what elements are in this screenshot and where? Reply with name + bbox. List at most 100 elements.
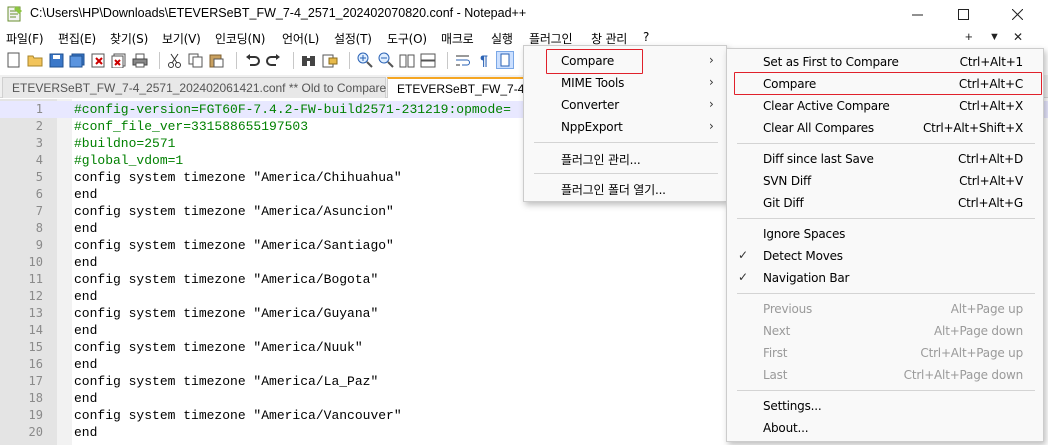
plugins-menu: Compare › MIME Tools › Converter › NppEx…: [523, 45, 727, 202]
menu-search[interactable]: 찾기(S): [110, 30, 148, 47]
save-icon[interactable]: [47, 51, 65, 69]
indent-guide-icon[interactable]: [496, 51, 514, 69]
menu-bar: 파일(F) 편집(E) 찾기(S) 보기(V) 인코딩(N) 언어(L) 설정(…: [0, 27, 1048, 47]
close-all-icon[interactable]: [110, 51, 128, 69]
title-bar: C:\Users\HP\Downloads\ETEVERSeBT_FW_7-4_…: [0, 0, 1048, 28]
line-text: #global_vdom=1: [74, 153, 184, 168]
line-text: #buildno=2571: [74, 136, 176, 151]
close-button[interactable]: [994, 0, 1040, 28]
replace-icon[interactable]: [321, 51, 339, 69]
menu-item-label: First: [763, 346, 788, 360]
line-number: 17: [28, 374, 43, 388]
copy-icon[interactable]: [186, 51, 204, 69]
line-number: 18: [28, 391, 43, 405]
show-all-chars-icon[interactable]: ¶: [475, 51, 493, 69]
compare-menu-item-set-first[interactable]: Set as First to Compare Ctrl+Alt+1: [727, 51, 1043, 73]
compare-highlight-box: [734, 72, 1042, 95]
line-text: config system timezone "America/Nuuk": [74, 340, 363, 355]
close-tab-button[interactable]: ✕: [1013, 30, 1023, 44]
menu-item-label: Navigation Bar: [763, 271, 850, 285]
menu-tools[interactable]: 도구(O): [387, 30, 427, 47]
tab-list-dropdown[interactable]: ▼: [989, 31, 1000, 43]
close-file-icon[interactable]: [89, 51, 107, 69]
compare-submenu: Set as First to Compare Ctrl+Alt+1 Compa…: [726, 48, 1044, 442]
compare-menu-item-clear-all[interactable]: Clear All Compares Ctrl+Alt+Shift+X: [727, 117, 1043, 139]
menu-file[interactable]: 파일(F): [6, 30, 44, 47]
line-number: 20: [28, 425, 43, 439]
undo-icon[interactable]: [243, 51, 261, 69]
compare-menu-item-about[interactable]: About...: [727, 417, 1043, 439]
compare-menu-item-clear-active[interactable]: Clear Active Compare Ctrl+Alt+X: [727, 95, 1043, 117]
find-icon[interactable]: [300, 51, 318, 69]
paste-icon[interactable]: [207, 51, 225, 69]
sync-vertical-icon[interactable]: [398, 51, 416, 69]
menu-run[interactable]: 실행: [491, 30, 513, 47]
zoom-in-icon[interactable]: [356, 51, 374, 69]
compare-menu-item-git-diff[interactable]: Git Diff Ctrl+Alt+G: [727, 192, 1043, 214]
compare-menu-item-diff-since-save[interactable]: Diff since last Save Ctrl+Alt+D: [727, 148, 1043, 170]
menu-view[interactable]: 보기(V): [162, 30, 201, 47]
plugins-menu-item-mime-tools[interactable]: MIME Tools ›: [524, 72, 726, 94]
menu-item-label: Diff since last Save: [763, 152, 874, 166]
save-all-icon[interactable]: [68, 51, 86, 69]
menu-language[interactable]: 언어(L): [282, 30, 319, 47]
compare-menu-item-first: First Ctrl+Alt+Page up: [727, 342, 1043, 364]
plugins-menu-item-plugin-admin[interactable]: 플러그인 관리...: [524, 147, 726, 169]
line-text: config system timezone "America/Vancouve…: [74, 408, 402, 423]
compare-menu-item-last: Last Ctrl+Alt+Page down: [727, 364, 1043, 386]
compare-menu-item-svn-diff[interactable]: SVN Diff Ctrl+Alt+V: [727, 170, 1043, 192]
compare-menu-item-detect-moves[interactable]: ✓ Detect Moves: [727, 245, 1043, 267]
menu-item-shortcut: Ctrl+Alt+V: [959, 174, 1023, 188]
menu-encoding[interactable]: 인코딩(N): [215, 30, 265, 47]
menu-item-label: Settings...: [763, 399, 822, 413]
line-text: config system timezone "America/Santiago…: [74, 238, 394, 253]
add-tab-button[interactable]: +: [965, 29, 973, 44]
menu-separator: [737, 143, 1035, 144]
menu-macro[interactable]: 매크로: [441, 30, 474, 47]
line-number: 11: [28, 272, 43, 286]
new-file-icon[interactable]: [5, 51, 23, 69]
menu-item-label: Previous: [763, 302, 813, 316]
line-number: 9: [35, 238, 43, 252]
compare-menu-item-ignore-spaces[interactable]: Ignore Spaces: [727, 223, 1043, 245]
line-text: config system timezone "America/Guyana": [74, 306, 379, 321]
menu-item-shortcut: Ctrl+Alt+Page up: [920, 346, 1023, 360]
menu-item-shortcut: Alt+Page down: [934, 324, 1023, 338]
menu-settings[interactable]: 설정(T): [334, 30, 372, 47]
line-text: end: [74, 425, 98, 440]
compare-menu-item-next: Next Alt+Page down: [727, 320, 1043, 342]
maximize-button[interactable]: [940, 0, 986, 28]
print-icon[interactable]: [131, 51, 149, 69]
minimize-button[interactable]: [894, 0, 940, 28]
word-wrap-icon[interactable]: [454, 51, 472, 69]
compare-menu-item-settings[interactable]: Settings...: [727, 395, 1043, 417]
plugins-menu-label: NppExport: [561, 120, 623, 134]
menu-separator: [737, 390, 1035, 391]
menu-item-shortcut: Ctrl+Alt+Page down: [903, 368, 1024, 382]
notepadpp-icon: [7, 6, 22, 22]
cut-icon[interactable]: [165, 51, 183, 69]
plugins-menu-item-converter[interactable]: Converter ›: [524, 94, 726, 116]
tab-old-to-compare[interactable]: ETEVERSeBT_FW_7-4_2571_202402061421.conf…: [2, 77, 403, 98]
minimize-icon: [911, 14, 923, 15]
menu-edit[interactable]: 편집(E): [58, 30, 96, 47]
plugins-menu-item-nppexport[interactable]: NppExport ›: [524, 116, 726, 138]
zoom-out-icon[interactable]: [377, 51, 395, 69]
line-text: config system timezone "America/Asuncion…: [74, 204, 394, 219]
open-folder-icon[interactable]: [26, 51, 44, 69]
menu-help[interactable]: ?: [643, 30, 649, 44]
sync-horizontal-icon[interactable]: [419, 51, 437, 69]
line-number: 1: [35, 102, 43, 116]
line-text: end: [74, 289, 98, 304]
tab-current-file[interactable]: ETEVERSeBT_FW_7-4_2: [387, 77, 538, 98]
redo-icon[interactable]: [264, 51, 282, 69]
line-number: 7: [35, 204, 43, 218]
line-text: config system timezone "America/Chihuahu…: [74, 170, 402, 185]
menu-item-label: Set as First to Compare: [763, 55, 899, 69]
plugins-menu-item-open-plugin-folder[interactable]: 플러그인 폴더 열기...: [524, 177, 726, 199]
compare-menu-item-navigation-bar[interactable]: ✓ Navigation Bar: [727, 267, 1043, 289]
menu-item-label: Git Diff: [763, 196, 804, 210]
compare-menu-item-previous: Previous Alt+Page up: [727, 298, 1043, 320]
checkmark-icon: ✓: [738, 270, 748, 284]
line-number: 13: [28, 306, 43, 320]
